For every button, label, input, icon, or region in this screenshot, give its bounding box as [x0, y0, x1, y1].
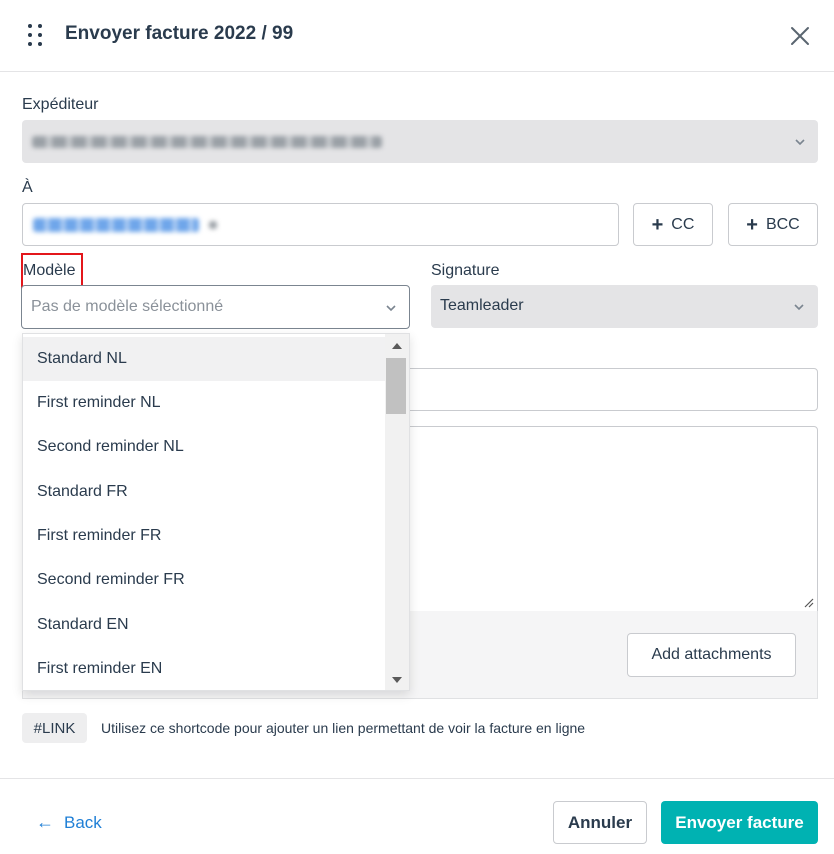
- remove-recipient-icon[interactable]: [209, 221, 217, 229]
- shortcode-hint: Utilisez ce shortcode pour ajouter un li…: [101, 720, 586, 736]
- template-option[interactable]: Second reminder FR: [23, 558, 385, 602]
- cancel-button[interactable]: Annuler: [553, 801, 647, 844]
- cancel-label: Annuler: [567, 812, 633, 832]
- modal-title: Envoyer facture 2022 / 99: [65, 23, 294, 44]
- to-label: À: [22, 179, 33, 196]
- bcc-button-label: BCC: [765, 215, 800, 233]
- to-input[interactable]: [22, 203, 619, 246]
- template-placeholder: Pas de modèle sélectionné: [31, 298, 224, 315]
- drag-handle-icon[interactable]: [28, 24, 44, 48]
- cc-button[interactable]: + CC: [633, 203, 713, 246]
- template-option[interactable]: First reminder NL: [23, 381, 385, 425]
- sender-select[interactable]: [22, 120, 818, 163]
- scrollbar-thumb[interactable]: [386, 358, 406, 414]
- template-option[interactable]: Second reminder NL: [23, 425, 385, 469]
- back-link[interactable]: ← Back: [36, 812, 102, 833]
- add-attachments-button[interactable]: Add attachments: [627, 633, 796, 677]
- template-option[interactable]: Standard EN: [23, 603, 385, 647]
- arrow-left-icon: ←: [36, 812, 54, 832]
- resize-handle-icon[interactable]: [802, 596, 814, 608]
- modal-header: Envoyer facture 2022 / 99: [0, 0, 834, 72]
- send-invoice-label: Envoyer facture: [675, 812, 804, 832]
- plus-icon: +: [651, 213, 664, 236]
- back-label: Back: [64, 812, 102, 832]
- chevron-down-icon: [795, 139, 805, 146]
- recipient-chip: [33, 218, 199, 232]
- template-label-highlight: [21, 253, 83, 289]
- scroll-down-icon[interactable]: [392, 677, 402, 683]
- plus-icon: +: [746, 213, 758, 236]
- template-option[interactable]: First reminder FR: [23, 514, 385, 558]
- signature-label: Signature: [431, 262, 500, 279]
- template-option[interactable]: Standard NL: [23, 337, 385, 381]
- link-shortcode-tag: #LINK: [22, 713, 87, 743]
- bcc-button[interactable]: + BCC: [728, 203, 818, 246]
- add-attachments-label: Add attachments: [651, 646, 772, 663]
- close-icon[interactable]: [788, 24, 812, 48]
- template-option[interactable]: Standard FR: [23, 470, 385, 514]
- template-option[interactable]: First reminder EN: [23, 647, 385, 690]
- scroll-up-icon[interactable]: [392, 343, 402, 349]
- signature-value: Teamleader: [440, 297, 524, 314]
- sender-label: Expéditeur: [22, 96, 99, 113]
- template-select[interactable]: Pas de modèle sélectionné: [21, 285, 410, 329]
- send-invoice-button[interactable]: Envoyer facture: [661, 801, 818, 844]
- template-dropdown-menu[interactable]: Standard NL First reminder NL Second rem…: [22, 333, 410, 691]
- cc-button-label: CC: [671, 215, 695, 233]
- redacted-sender-email: [32, 136, 382, 148]
- dropdown-scrollbar[interactable]: [385, 334, 409, 690]
- signature-select[interactable]: Teamleader: [431, 285, 818, 328]
- chevron-down-icon: [794, 304, 804, 311]
- chevron-down-icon: [386, 305, 396, 312]
